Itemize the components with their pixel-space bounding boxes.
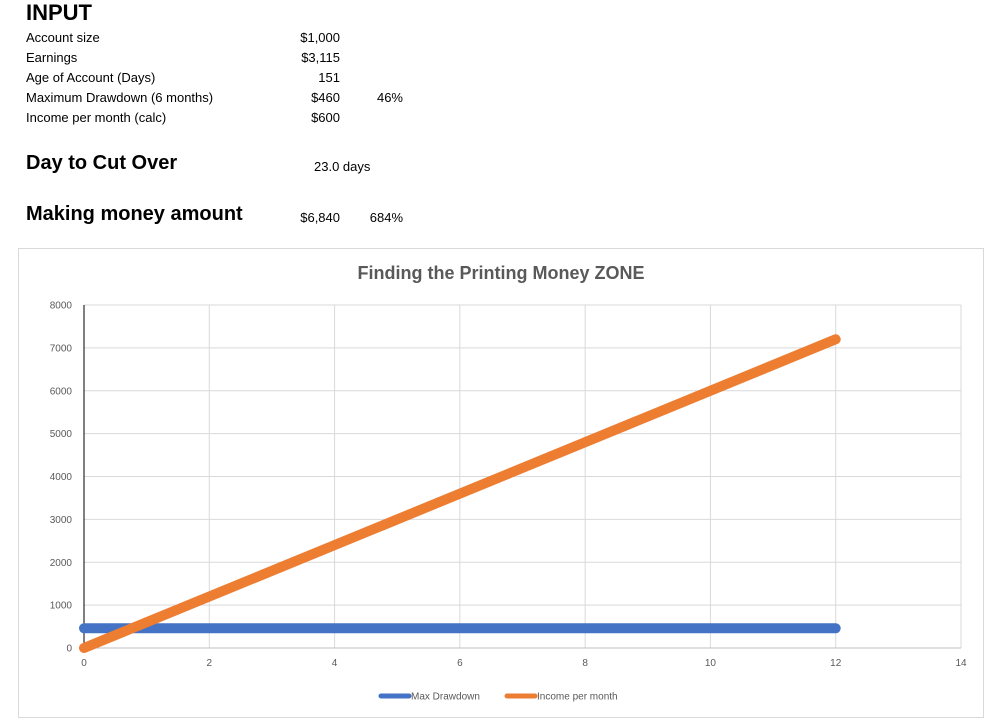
max-drawdown-pct: 46% [376, 90, 403, 105]
y-tick-label: 2000 [50, 558, 73, 569]
y-tick-label: 4000 [50, 472, 73, 483]
cutover-value: 23.0 days [314, 159, 371, 174]
x-tick-label: 0 [81, 658, 87, 669]
max-drawdown-value: $460 [311, 90, 340, 105]
making-money-label: Making money amount [26, 203, 243, 225]
y-tick-label: 0 [66, 644, 72, 655]
cutover-label: Day to Cut Over [26, 152, 178, 174]
income-per-month-label: Income per month (calc) [26, 110, 167, 125]
x-tick-label: 10 [705, 658, 717, 669]
line-chart: Finding the Printing Money ZONE 01000200… [50, 263, 967, 703]
account-size-value: $1,000 [300, 30, 340, 45]
y-tick-label: 6000 [50, 386, 73, 397]
max-drawdown-label: Maximum Drawdown (6 months) [26, 90, 214, 105]
x-tick-label: 6 [457, 658, 463, 669]
input-heading: INPUT [26, 0, 92, 25]
y-tick-label: 8000 [50, 301, 73, 312]
account-size-label: Account size [26, 30, 100, 45]
account-age-label: Age of Account (Days) [26, 70, 156, 85]
x-tick-label: 12 [830, 658, 842, 669]
legend: Max Drawdown Income per month [378, 692, 618, 703]
making-money-value: $6,840 [300, 210, 340, 225]
y-tick-label: 1000 [50, 601, 73, 612]
x-tick-label: 4 [332, 658, 338, 669]
chart-container: Finding the Printing Money ZONE 0 1000 200… [18, 248, 984, 718]
account-age-value: 151 [318, 70, 340, 85]
making-money-pct: 684% [369, 210, 403, 225]
earnings-value: $3,115 [301, 50, 340, 65]
axes: 0 1000 2000 3000 4000 5000 6000 7000 8000 0 2 4 6 8 10… [50, 301, 967, 670]
chart-title: Finding the Printing Money ZONE [358, 263, 645, 283]
y-tick-label: 7000 [50, 343, 73, 354]
x-tick-label: 8 [582, 658, 588, 669]
legend-label: Max Drawdown [411, 692, 480, 703]
x-tick-label: 14 [955, 658, 967, 669]
y-tick-label: 3000 [50, 515, 73, 526]
x-tick-label: 2 [207, 658, 213, 669]
legend-label: Income per month [537, 692, 618, 703]
y-tick-label: 5000 [50, 429, 73, 440]
income-per-month-value: $600 [311, 110, 340, 125]
earnings-label: Earnings [26, 50, 78, 65]
